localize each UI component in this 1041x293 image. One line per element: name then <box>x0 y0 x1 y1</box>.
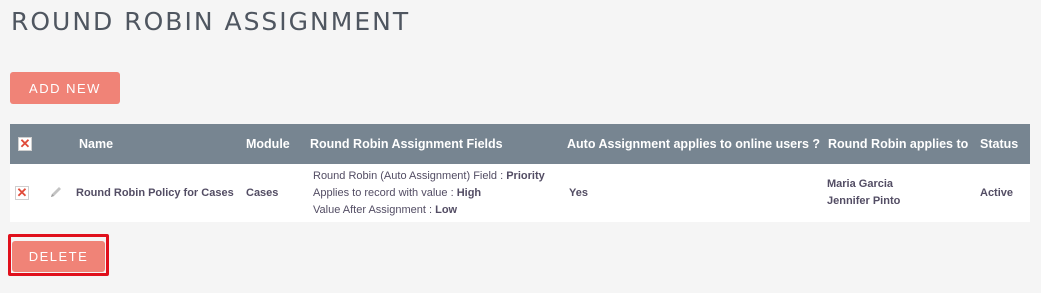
column-header-fields[interactable]: Round Robin Assignment Fields <box>304 124 561 164</box>
column-header-status[interactable]: Status <box>976 124 1030 164</box>
row-fields: Round Robin (Auto Assignment) Field : Pr… <box>304 164 561 222</box>
select-all-header[interactable]: ✕ <box>10 124 40 164</box>
field-line: Round Robin (Auto Assignment) Field : Pr… <box>313 168 561 185</box>
row-status: Active <box>976 164 1030 222</box>
checkbox-x-icon: ✕ <box>19 136 31 152</box>
add-new-button[interactable]: ADD NEW <box>10 72 120 104</box>
table-header-row: ✕ Name Module Round Robin Assignment Fie… <box>10 124 1030 164</box>
row-select-cell: ✕ <box>10 164 40 222</box>
row-name[interactable]: Round Robin Policy for Cases <box>74 164 240 222</box>
field-label: Round Robin (Auto Assignment) Field : <box>313 169 507 182</box>
page-title: ROUND ROBIN ASSIGNMENT <box>11 7 411 36</box>
column-header-module[interactable]: Module <box>240 124 304 164</box>
after-assignment-line: Value After Assignment : Low <box>313 202 561 219</box>
assigned-user: Maria Garcia <box>827 178 894 190</box>
applies-value: High <box>456 186 482 199</box>
assigned-user: Jennifer Pinto <box>827 195 901 207</box>
edit-column-header <box>40 124 74 164</box>
field-value: Priority <box>506 169 545 182</box>
row-auto-assignment: Yes <box>561 164 822 222</box>
after-assignment-label: Value After Assignment : <box>313 203 436 216</box>
column-header-auto-assignment[interactable]: Auto Assignment applies to online users … <box>561 124 822 164</box>
checkbox-x-icon: ✕ <box>16 185 28 200</box>
row-select-checkbox[interactable]: ✕ <box>15 185 29 200</box>
table-row: ✕ Round Robin Policy for Cases Cases Rou… <box>10 164 1030 222</box>
pencil-icon[interactable] <box>49 185 63 202</box>
row-module: Cases <box>240 164 304 222</box>
row-users: Maria Garcia Jennifer Pinto <box>822 164 976 222</box>
row-edit-cell <box>40 164 74 222</box>
delete-button[interactable]: DELETE <box>12 241 105 272</box>
select-all-checkbox[interactable]: ✕ <box>18 136 32 152</box>
applies-value-label: Applies to record with value : <box>313 186 457 199</box>
column-header-applies-to[interactable]: Round Robin applies to <box>822 124 976 164</box>
column-header-name[interactable]: Name <box>74 124 240 164</box>
after-assignment-value: Low <box>435 203 458 216</box>
applies-value-line: Applies to record with value : High <box>313 185 561 202</box>
round-robin-table: ✕ Name Module Round Robin Assignment Fie… <box>10 124 1030 222</box>
